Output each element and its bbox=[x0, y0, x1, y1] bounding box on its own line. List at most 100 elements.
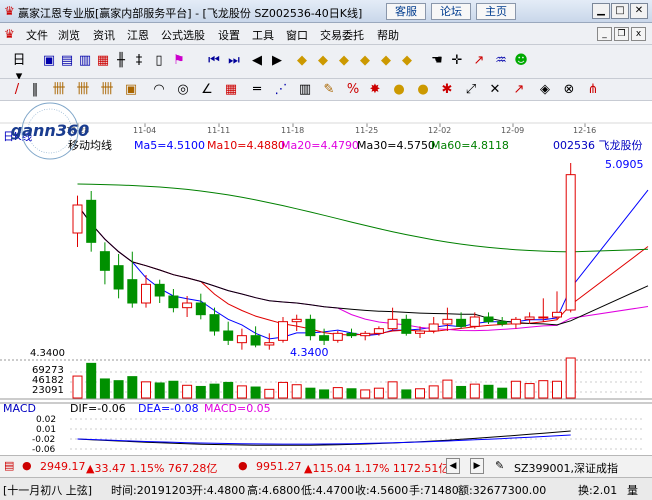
draw-channel-icon[interactable]: ⋰ bbox=[272, 82, 290, 98]
scroll-left-icon[interactable]: ◀ bbox=[446, 458, 460, 474]
page-down-icon[interactable]: ◆ bbox=[398, 53, 416, 69]
flag-icon[interactable]: ⚑ bbox=[170, 53, 188, 69]
draw-box-icon[interactable]: 卌 bbox=[98, 82, 116, 98]
page-up-icon[interactable]: ◆ bbox=[377, 53, 395, 69]
draw-square9-icon[interactable]: ▦ bbox=[222, 82, 240, 98]
candle-body bbox=[209, 314, 220, 332]
close-icon[interactable]: ✕ bbox=[630, 3, 648, 19]
candle-body bbox=[278, 321, 288, 341]
draw-hline-icon[interactable]: ═ bbox=[248, 82, 266, 98]
volume-bar bbox=[264, 388, 275, 399]
volume-bar bbox=[236, 385, 247, 399]
window-title: 赢家江恩专业版[赢家内部服务平台] - [飞龙股份 SZ002536-40日K线… bbox=[18, 7, 363, 20]
volume-bar bbox=[291, 384, 302, 399]
scroll-right-icon[interactable]: ▶ bbox=[470, 458, 484, 474]
bar-high: 高:4.6800 bbox=[247, 484, 301, 497]
line-icon[interactable]: ▯ bbox=[150, 53, 168, 69]
menu-trade[interactable]: 交易委托 bbox=[320, 27, 364, 43]
volume-bar bbox=[428, 385, 439, 399]
last-icon[interactable]: ⏭ bbox=[225, 53, 243, 69]
cycle-icon[interactable]: ♒ bbox=[492, 53, 510, 69]
draw-magnet-icon[interactable]: ⋔ bbox=[584, 82, 602, 98]
menu-gann[interactable]: 江恩 bbox=[127, 27, 149, 43]
draw-circle-icon[interactable]: ◎ bbox=[174, 82, 192, 98]
maximize-icon[interactable]: □ bbox=[611, 3, 629, 19]
sz-index-badge-icon: ● bbox=[238, 459, 248, 472]
draw-square-icon[interactable]: ▣ bbox=[122, 82, 140, 98]
draw-mark-icon[interactable]: ✸ bbox=[366, 82, 384, 98]
menu-browse[interactable]: 浏览 bbox=[58, 27, 80, 43]
bar-time: 时间:20191203 bbox=[111, 484, 193, 497]
chart-grid bbox=[0, 122, 652, 450]
child-restore-icon[interactable]: ❐ bbox=[614, 27, 629, 41]
home-button[interactable]: 主页 bbox=[476, 3, 516, 20]
people-icon[interactable]: ☻ bbox=[512, 53, 530, 69]
left-icon[interactable]: ◀ bbox=[248, 53, 266, 69]
up-icon[interactable]: ◆ bbox=[335, 53, 353, 69]
candle-body bbox=[86, 199, 97, 243]
candle-body bbox=[195, 302, 206, 316]
f10-icon[interactable]: ▥ bbox=[76, 53, 94, 69]
service-button[interactable]: 客服 bbox=[386, 3, 426, 20]
hand-icon[interactable]: ☚ bbox=[428, 53, 446, 69]
tick-icon[interactable]: ▦ bbox=[94, 53, 112, 69]
right-icon[interactable]: ▶ bbox=[268, 53, 286, 69]
draw-delete-icon[interactable]: ⊗ bbox=[560, 82, 578, 98]
trend-icon[interactable]: ↗ bbox=[470, 53, 488, 69]
draw-fan-icon[interactable]: 卌 bbox=[50, 82, 68, 98]
menu-file[interactable]: 文件 bbox=[26, 27, 48, 43]
menu-bar: ♛ 文件 浏览 资讯 江恩 公式选股 设置 工具 窗口 交易委托 帮助 _ ❐ … bbox=[0, 23, 652, 45]
bar-icon[interactable]: ‡ bbox=[130, 53, 148, 69]
draw-select-icon[interactable]: ◈ bbox=[536, 82, 554, 98]
crosshair-icon[interactable]: ✛ bbox=[448, 53, 466, 69]
minimize-icon[interactable]: ▁ bbox=[592, 3, 610, 19]
draw-cross-icon[interactable]: ✕ bbox=[486, 82, 504, 98]
zoom-in-icon[interactable]: ◆ bbox=[293, 53, 311, 69]
volume-bar bbox=[346, 388, 357, 399]
draw-vline-icon[interactable]: ‖ bbox=[26, 82, 44, 98]
first-icon[interactable]: ⏮ bbox=[205, 53, 223, 69]
forum-button[interactable]: 论坛 bbox=[431, 3, 471, 20]
sh-index-icon: ▤ bbox=[4, 459, 15, 472]
menu-settings[interactable]: 设置 bbox=[218, 27, 240, 43]
sh-index-value: 2949.17 bbox=[40, 460, 86, 473]
menu-window[interactable]: 窗口 bbox=[286, 27, 308, 43]
draw-ruler-icon[interactable]: / bbox=[8, 82, 26, 98]
macd-dif-line bbox=[77, 430, 571, 446]
candle-body bbox=[442, 318, 453, 325]
ma10-label: Ma10=4.4880 bbox=[207, 139, 285, 152]
draw-text-icon[interactable]: ✎ bbox=[320, 82, 338, 98]
draw-coin2-icon[interactable]: ● bbox=[414, 82, 432, 98]
volume-bar bbox=[538, 380, 549, 399]
bar-volume: 手:71480 bbox=[409, 484, 459, 497]
axis-price-label: 4.3400 bbox=[30, 348, 65, 359]
volume-bar bbox=[456, 385, 467, 399]
quote-icon[interactable]: ▣ bbox=[40, 53, 58, 69]
kline-icon[interactable]: ╫ bbox=[112, 53, 130, 69]
child-close-icon[interactable]: x bbox=[631, 27, 646, 41]
date-tick-label-3: 11-18 bbox=[281, 126, 304, 135]
chart-area[interactable]: 日K线 移动均线 Ma5=4.5100 Ma10=4.4880 Ma20=4.4… bbox=[0, 101, 652, 455]
volume-bar bbox=[565, 357, 576, 399]
volume-bar bbox=[223, 381, 234, 399]
draw-percent-icon[interactable]: % bbox=[344, 82, 362, 98]
draw-arrow-icon[interactable]: ↗ bbox=[510, 82, 528, 98]
menu-formula[interactable]: 公式选股 bbox=[161, 27, 205, 43]
child-minimize-icon[interactable]: _ bbox=[597, 27, 612, 41]
menu-news[interactable]: 资讯 bbox=[93, 27, 115, 43]
draw-angle-icon[interactable]: ∠ bbox=[198, 82, 216, 98]
finance-icon[interactable]: ▤ bbox=[58, 53, 76, 69]
draw-arc-icon[interactable]: ◠ bbox=[150, 82, 168, 98]
search-icon[interactable]: ✎ bbox=[495, 459, 504, 472]
draw-grid-icon[interactable]: 卌 bbox=[74, 82, 92, 98]
draw-chart-icon[interactable]: ▥ bbox=[296, 82, 314, 98]
menu-help[interactable]: 帮助 bbox=[377, 27, 399, 43]
draw-coin-icon[interactable]: ● bbox=[390, 82, 408, 98]
menu-tools[interactable]: 工具 bbox=[252, 27, 274, 43]
macd-tick-4: -0.06 bbox=[32, 445, 56, 455]
date-tick-label-2: 11-11 bbox=[207, 126, 230, 135]
down-icon[interactable]: ◆ bbox=[356, 53, 374, 69]
zoom-out-icon[interactable]: ◆ bbox=[314, 53, 332, 69]
draw-ray-icon[interactable]: ⤢ bbox=[462, 82, 480, 98]
draw-star-icon[interactable]: ✱ bbox=[438, 82, 456, 98]
